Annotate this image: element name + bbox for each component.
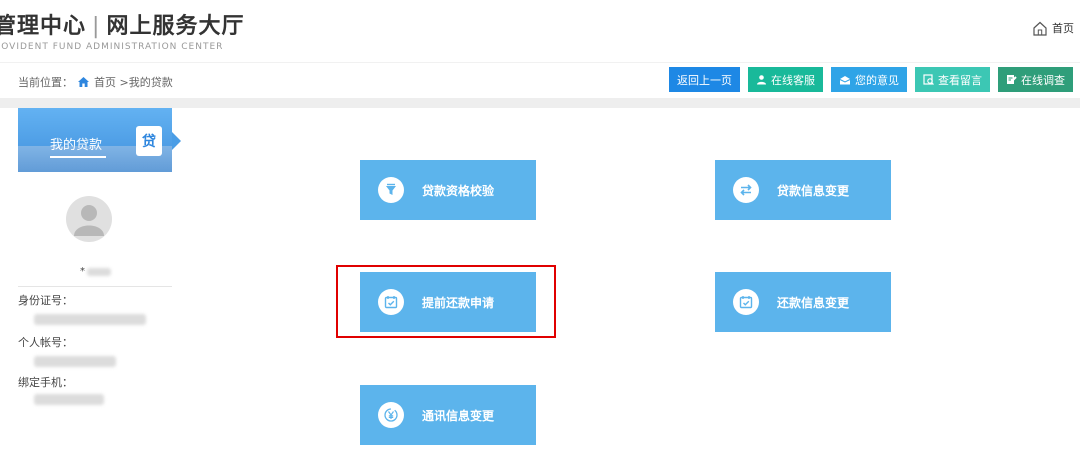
brand: 管理中心 | 网上服务大厅 ROVIDENT FUND ADMINISTRATION… [0,8,244,52]
contact-info-change-button[interactable]: 通讯信息变更 [360,385,536,445]
filter-funnel-icon [378,177,404,203]
breadcrumb-path[interactable]: 首页 >我的贷款 [94,74,173,90]
online-service-label: 在线客服 [771,73,815,87]
online-service-button[interactable]: 在线客服 [748,67,823,92]
back-button[interactable]: 返回上一页 [669,67,740,92]
username-masked [87,267,111,276]
loan-badge-icon: 贷 [136,126,162,156]
brand-subtitle: ROVIDENT FUND ADMINISTRATION CENTER [0,42,224,52]
feedback-label: 您的意见 [855,73,899,87]
online-survey-label: 在线调查 [1021,73,1065,87]
survey-icon [1006,74,1017,85]
highlight-box [336,265,556,338]
view-messages-label: 查看留言 [938,73,982,87]
feedback-button[interactable]: 您的意见 [831,67,907,92]
sidebar-title-underline [50,156,106,158]
section-divider [0,98,1080,108]
sidebar-pointer [172,132,181,150]
repayment-info-change-button[interactable]: 还款信息变更 [715,272,891,332]
message-icon [923,74,934,85]
bound-phone-value-masked [34,394,104,405]
brand-separator: | [92,14,101,39]
breadcrumb-home-icon [77,76,90,88]
service-icon [756,74,767,85]
top-header: 管理中心 | 网上服务大厅 ROVIDENT FUND ADMINISTRATION… [0,0,1080,62]
back-button-label: 返回上一页 [677,73,732,87]
swap-arrows-icon [733,177,759,203]
action-toolbar: 返回上一页 在线客服 您的意见 查看留言 在线调查 [669,67,1073,92]
breadcrumb: 当前位置： 首页 >我的贷款 [18,74,173,90]
user-sidebar: 我的贷款 贷 * 身份证号： 个人帐号： 绑定手机： [18,108,172,463]
loan-eligibility-check-button[interactable]: 贷款资格校验 [360,160,536,220]
loan-eligibility-check-label: 贷款资格校验 [422,183,495,198]
calendar-check-icon [733,289,759,315]
username-prefix: * [80,266,85,277]
account-number-value-masked [34,356,116,367]
breadcrumb-bar: 当前位置： 首页 >我的贷款 返回上一页 在线客服 您的意见 查看留言 在线调查 [0,62,1080,99]
home-icon [1032,21,1048,36]
sidebar-header[interactable]: 我的贷款 贷 [18,108,172,172]
repayment-info-change-label: 还款信息变更 [777,295,850,310]
account-number-label: 个人帐号： [18,336,73,349]
contact-info-change-label: 通讯信息变更 [422,408,495,423]
user-avatar-icon [74,205,104,236]
avatar [66,196,112,242]
username: * [80,266,111,277]
mail-icon [839,75,851,85]
home-label: 首页 [1052,22,1074,35]
bound-phone-label: 绑定手机： [18,376,73,389]
id-number-value-masked [34,314,146,325]
loan-info-change-label: 贷款信息变更 [777,183,850,198]
brand-title: 管理中心 | 网上服务大厅 [0,8,244,40]
home-link[interactable]: 首页 [1032,20,1074,36]
yen-refresh-icon [378,402,404,428]
breadcrumb-prefix: 当前位置： [18,76,73,89]
loan-info-change-button[interactable]: 贷款信息变更 [715,160,891,220]
id-number-label: 身份证号： [18,294,73,307]
sidebar-title: 我的贷款 [50,138,103,153]
brand-title-left: 管理中心 [0,14,87,39]
brand-title-right: 网上服务大厅 [106,14,245,39]
sidebar-divider [18,286,172,287]
online-survey-button[interactable]: 在线调查 [998,67,1073,92]
view-messages-button[interactable]: 查看留言 [915,67,990,92]
